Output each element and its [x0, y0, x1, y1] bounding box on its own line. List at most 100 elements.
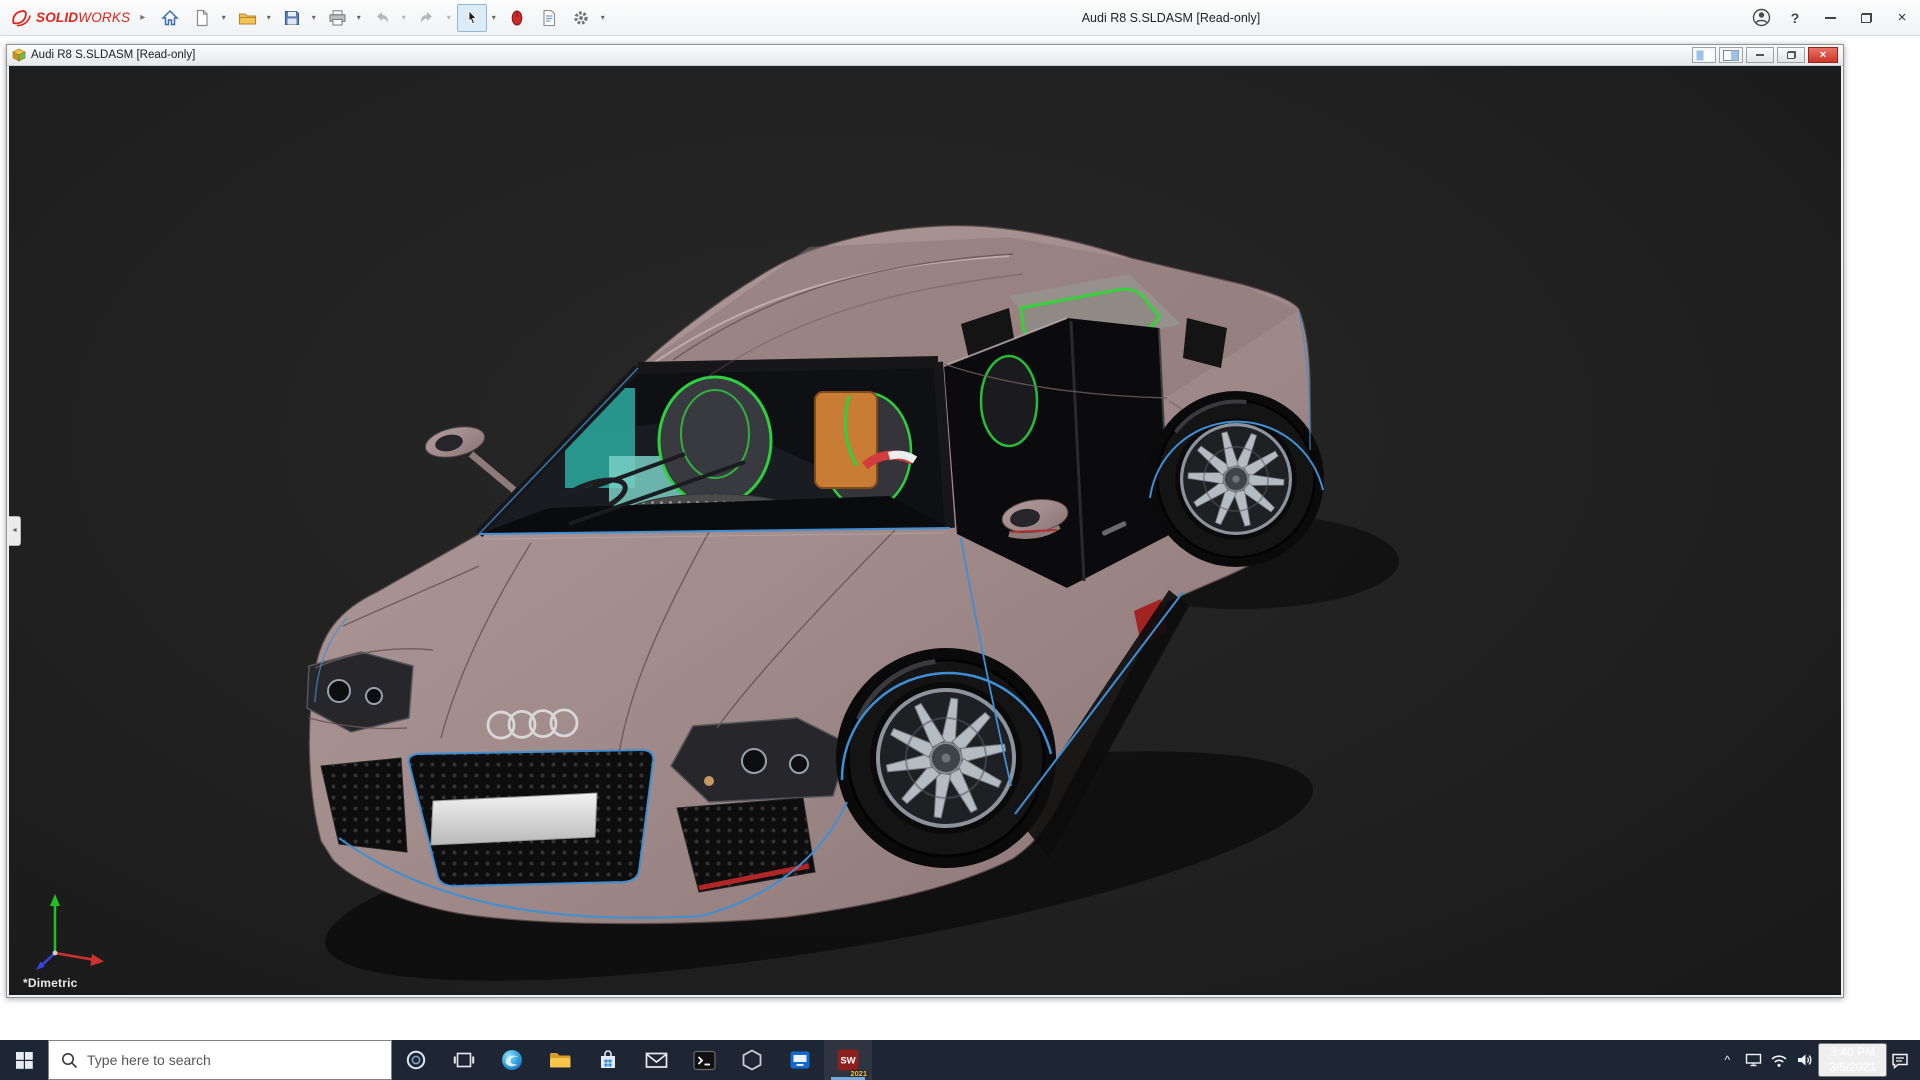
- mouse-icon: [509, 9, 525, 27]
- windshield[interactable]: [479, 362, 950, 550]
- undo-caret[interactable]: ▾: [397, 4, 410, 32]
- solidworks-version-badge: 2021: [850, 1069, 867, 1078]
- doc-close-button[interactable]: ×: [1808, 47, 1838, 63]
- document-window: Audi R8 S.SLDASM [Read-only] ×: [6, 44, 1844, 998]
- doc-restore-button[interactable]: [1777, 47, 1805, 63]
- orientation-triad: [31, 879, 123, 971]
- file-explorer-button[interactable]: [536, 1040, 584, 1080]
- solidworks-taskbar-button[interactable]: SW 2021: [824, 1040, 872, 1080]
- mail-envelope-icon: [645, 1051, 668, 1069]
- app-minimize-button[interactable]: [1812, 0, 1848, 36]
- terminal-icon: [693, 1050, 716, 1071]
- print-icon: [328, 9, 347, 27]
- dassault-swoosh-icon: [10, 9, 32, 27]
- graphics-viewport[interactable]: *Dimetric ◄: [9, 66, 1841, 995]
- home-button[interactable]: [155, 4, 185, 32]
- taskbar: SW 2021 ^ 3:40 P: [0, 1040, 1920, 1080]
- app-titlebar: SOLIDWORKS ▸ ▾: [0, 0, 1920, 36]
- action-center-icon: [1891, 1052, 1909, 1069]
- app-close-button[interactable]: ×: [1884, 0, 1920, 36]
- new-document-caret[interactable]: ▾: [217, 4, 230, 32]
- display-app-icon: [789, 1049, 811, 1071]
- options-button[interactable]: [566, 4, 596, 32]
- solidworks-logo: SOLIDWORKS: [0, 9, 136, 27]
- clock-date: 3/5/2021: [1829, 1060, 1876, 1075]
- mail-button[interactable]: [632, 1040, 680, 1080]
- redo-icon: [418, 9, 436, 27]
- store-button[interactable]: [584, 1040, 632, 1080]
- print-caret[interactable]: ▾: [352, 4, 365, 32]
- save-floppy-icon: [283, 9, 301, 27]
- split-pane-left-button[interactable]: [1692, 47, 1716, 63]
- task-view-button[interactable]: [440, 1040, 488, 1080]
- hexagon-app-icon: [741, 1049, 763, 1071]
- select-tool-caret[interactable]: ▾: [487, 4, 500, 32]
- wifi-icon: [1770, 1053, 1788, 1068]
- app-display-button[interactable]: [776, 1040, 824, 1080]
- view-orientation-label: *Dimetric: [23, 976, 78, 990]
- help-button[interactable]: ?: [1778, 0, 1812, 36]
- minimize-icon: [1825, 17, 1836, 19]
- mouse-gestures-button[interactable]: [502, 4, 532, 32]
- quick-access-toolbar: ▾ ▾ ▾: [155, 0, 611, 36]
- open-button[interactable]: [232, 4, 262, 32]
- tray-volume-button[interactable]: [1792, 1040, 1818, 1080]
- redo-caret[interactable]: ▾: [442, 4, 455, 32]
- feature-panel-collapse-tab[interactable]: ◄: [9, 516, 21, 546]
- store-bag-icon: [597, 1049, 619, 1071]
- app-restore-button[interactable]: [1848, 0, 1884, 36]
- search-icon: [61, 1052, 78, 1069]
- select-cursor-icon: [463, 9, 481, 27]
- app-hexagon-button[interactable]: [728, 1040, 776, 1080]
- user-icon: [1752, 8, 1771, 27]
- pane-left-icon: [1696, 50, 1712, 61]
- redo-button[interactable]: [412, 4, 442, 32]
- tray-device-button[interactable]: [1740, 1040, 1766, 1080]
- assembly-file-icon: [12, 48, 26, 62]
- action-center-button[interactable]: [1887, 1040, 1913, 1080]
- cortana-icon: [405, 1049, 427, 1071]
- tray-expand-button[interactable]: ^: [1714, 1040, 1740, 1080]
- pane-right-icon: [1723, 50, 1739, 61]
- account-button[interactable]: [1744, 0, 1778, 36]
- gear-icon: [572, 9, 590, 27]
- taskbar-clock[interactable]: 3:40 PM 3/5/2021: [1818, 1043, 1887, 1077]
- terminal-button[interactable]: [680, 1040, 728, 1080]
- toolbar-expand-button[interactable]: ▸: [136, 12, 155, 23]
- search-input[interactable]: [87, 1041, 391, 1079]
- new-document-button[interactable]: [187, 4, 217, 32]
- open-folder-icon: [238, 9, 257, 27]
- headlight-right[interactable]: [671, 718, 849, 802]
- folder-icon: [548, 1050, 572, 1070]
- mirror-left[interactable]: [423, 422, 514, 490]
- new-document-icon: [193, 9, 211, 27]
- undo-icon: [373, 9, 391, 27]
- document-properties-button[interactable]: [534, 4, 564, 32]
- document-titlebar[interactable]: Audi R8 S.SLDASM [Read-only] ×: [7, 45, 1843, 66]
- edge-browser-button[interactable]: [488, 1040, 536, 1080]
- monitor-icon: [1745, 1053, 1762, 1067]
- app-title: Audi R8 S.SLDASM [Read-only]: [1082, 0, 1261, 36]
- doc-minimize-icon: [1756, 54, 1764, 56]
- cortana-button[interactable]: [392, 1040, 440, 1080]
- document-title: Audi R8 S.SLDASM [Read-only]: [31, 49, 195, 61]
- front-grille[interactable]: [409, 750, 654, 886]
- undo-button[interactable]: [367, 4, 397, 32]
- edge-icon: [500, 1048, 524, 1072]
- tray-network-button[interactable]: [1766, 1040, 1792, 1080]
- start-button[interactable]: [0, 1040, 48, 1080]
- save-button[interactable]: [277, 4, 307, 32]
- options-caret[interactable]: ▾: [596, 4, 609, 32]
- taskbar-search[interactable]: [48, 1040, 392, 1080]
- doc-minimize-button[interactable]: [1746, 47, 1774, 63]
- brand-wordmark: SOLIDWORKS: [36, 10, 130, 25]
- collapse-arrow-icon: ◄: [11, 527, 18, 534]
- car-model-render[interactable]: [9, 66, 1841, 995]
- save-caret[interactable]: ▾: [307, 4, 320, 32]
- split-pane-right-button[interactable]: [1719, 47, 1743, 63]
- license-plate: [431, 793, 597, 845]
- print-button[interactable]: [322, 4, 352, 32]
- open-caret[interactable]: ▾: [262, 4, 275, 32]
- task-view-icon: [453, 1050, 475, 1070]
- select-tool-button[interactable]: [457, 4, 487, 32]
